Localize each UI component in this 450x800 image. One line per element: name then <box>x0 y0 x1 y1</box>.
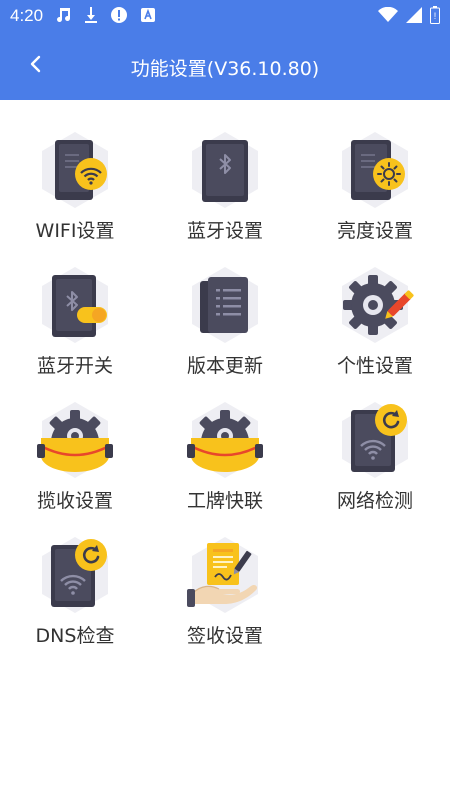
menu-item-label: 揽收设置 <box>36 490 113 512</box>
battery-icon: ! <box>430 6 440 24</box>
bluetooth-switch-icon <box>35 265 115 345</box>
menu-item-dns-check[interactable]: DNS检查 <box>0 535 150 665</box>
download-icon <box>84 6 98 24</box>
brightness-settings-icon <box>335 130 415 210</box>
menu-item-brightness-settings[interactable]: 亮度设置 <box>300 130 450 260</box>
menu-item-label: 工牌快联 <box>186 490 263 512</box>
svg-text:!: ! <box>434 11 437 21</box>
version-update-icon <box>185 265 265 345</box>
menu-item-wifi-settings[interactable]: WIFI设置 <box>0 130 150 260</box>
menu-item-label: 亮度设置 <box>336 220 413 242</box>
status-bar: 4:20 ! <box>0 0 450 32</box>
app-header: 4:20 ! 功能设置(V36.10.80) <box>0 0 450 100</box>
signoff-settings-icon <box>185 535 265 615</box>
menu-item-label: 蓝牙开关 <box>36 355 113 377</box>
page-title: 功能设置(V36.10.80) <box>130 58 320 80</box>
menu-item-signoff-settings[interactable]: 签收设置 <box>150 535 300 665</box>
menu-item-label: 网络检测 <box>336 490 413 512</box>
music-note-icon <box>56 6 72 24</box>
alert-icon <box>110 6 128 24</box>
menu-item-label: 蓝牙设置 <box>186 220 263 242</box>
menu-item-label: WIFI设置 <box>35 220 115 242</box>
menu-item-network-check[interactable]: 网络检测 <box>300 400 450 530</box>
wifi-icon <box>378 7 398 23</box>
network-check-icon <box>335 400 415 480</box>
signal-icon <box>406 7 422 23</box>
menu-item-label: 签收设置 <box>186 625 263 647</box>
status-time: 4:20 <box>10 6 44 25</box>
wifi-settings-icon <box>35 130 115 210</box>
menu-item-bluetooth-settings[interactable]: 蓝牙设置 <box>150 130 300 260</box>
personal-settings-icon <box>335 265 415 345</box>
menu-item-bluetooth-switch[interactable]: 蓝牙开关 <box>0 265 150 395</box>
bluetooth-settings-icon <box>185 130 265 210</box>
menu-item-label: DNS检查 <box>35 625 115 647</box>
menu-item-version-update[interactable]: 版本更新 <box>150 265 300 395</box>
badge-quick-link-icon <box>185 400 265 480</box>
pickup-settings-icon <box>35 400 115 480</box>
nav-bar: 功能设置(V36.10.80) <box>0 40 450 92</box>
menu-item-label: 版本更新 <box>186 355 263 377</box>
text-icon <box>140 7 156 23</box>
menu-item-badge-quick-link[interactable]: 工牌快联 <box>150 400 300 530</box>
menu-item-personal-settings[interactable]: 个性设置 <box>300 265 450 395</box>
dns-check-icon <box>35 535 115 615</box>
menu-item-pickup-settings[interactable]: 揽收设置 <box>0 400 150 530</box>
menu-item-label: 个性设置 <box>336 355 413 377</box>
